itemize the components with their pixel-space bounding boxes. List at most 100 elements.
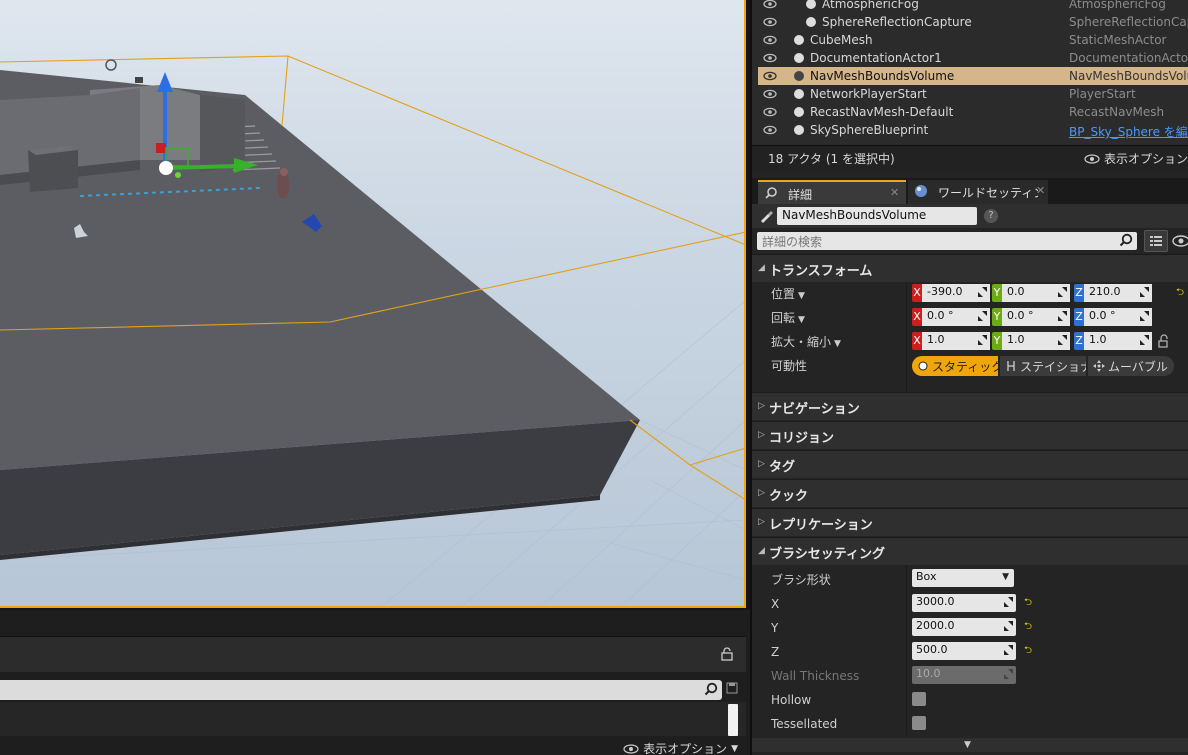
column-divider (906, 565, 907, 735)
stationary-icon (1007, 361, 1015, 371)
help-icon[interactable]: ? (984, 209, 998, 223)
move-icon (1093, 360, 1105, 372)
scale-z-input[interactable]: 1.0 (1084, 332, 1152, 350)
axis-y-label: Y (992, 308, 1002, 326)
category-collision[interactable]: ▷ コリジョン (752, 421, 1188, 449)
outliner-row-type: StaticMeshActor (1069, 33, 1167, 47)
hollow-checkbox[interactable] (912, 692, 926, 706)
scale-y-input[interactable]: 1.0 (1002, 332, 1070, 350)
location-z-input[interactable]: 210.0 (1084, 284, 1152, 302)
scale-x[interactable]: X 1.0 (912, 332, 990, 350)
mobility-selector[interactable]: スタティック ステイショナリー ムーバブル (912, 356, 1174, 376)
outliner-row-type[interactable]: BP_Sky_Sphere を編 (1069, 123, 1188, 140)
category-tags[interactable]: ▷ タグ (752, 450, 1188, 478)
collapsed-arrow-icon: ▷ (758, 430, 765, 440)
brush-y-input[interactable]: 2000.0 (912, 618, 1016, 636)
location-x-value: -390.0 (927, 285, 963, 298)
brush-x-input[interactable]: 3000.0 (912, 594, 1016, 612)
category-cook[interactable]: ▷ クック (752, 479, 1188, 507)
location-z[interactable]: Z 210.0 (1074, 284, 1152, 302)
rotation-y-input[interactable]: 0.0 ° (1002, 308, 1070, 326)
rotation-y[interactable]: Y 0.0 ° (992, 308, 1070, 326)
outliner-view-options-button[interactable]: 表示オプション (1084, 150, 1188, 167)
tab-details[interactable]: 詳細 ✕ (758, 180, 906, 204)
brush-z-input[interactable]: 500.0 (912, 642, 1016, 660)
rotation-label[interactable]: 回転 ▼ (771, 309, 805, 326)
advanced-expand-bar[interactable]: ▼ (752, 738, 1188, 752)
outliner-row[interactable]: SphereReflectionCapture SphereReflectionC… (758, 13, 1188, 31)
mobility-movable-button[interactable]: ムーバブル (1088, 356, 1174, 376)
actor-name-field[interactable]: NavMeshBoundsVolume (777, 207, 977, 225)
mobility-stationary-button[interactable]: ステイショナリー (1000, 356, 1086, 376)
actor-type-icon (794, 89, 804, 99)
category-navigation[interactable]: ▷ ナビゲーション (752, 392, 1188, 420)
category-replication-label: レプリケーション (769, 518, 873, 533)
visibility-eye-icon[interactable] (763, 70, 777, 82)
spin-arrows-icon (978, 287, 987, 297)
location-z-value: 210.0 (1089, 285, 1121, 298)
tab-world-settings[interactable]: ワールドセッティング ✕ (908, 180, 1048, 204)
search-icon[interactable] (704, 682, 718, 696)
unlock-icon[interactable] (1158, 334, 1170, 348)
location-y-input[interactable]: 0.0 (1002, 284, 1070, 302)
rotation-z[interactable]: Z 0.0 ° (1074, 308, 1152, 326)
scale-y[interactable]: Y 1.0 (992, 332, 1070, 350)
category-transform[interactable]: ◢ トランスフォーム (752, 254, 1188, 282)
outliner-row[interactable]: RecastNavMesh-Default RecastNavMesh (758, 103, 1188, 121)
outliner-row[interactable]: DocumentationActor1 DocumentationActor (758, 49, 1188, 67)
location-label-text: 位置 (771, 287, 796, 301)
category-brush-settings[interactable]: ◢ ブラシセッティング (752, 537, 1188, 565)
rotation-x[interactable]: X 0.0 ° (912, 308, 990, 326)
reset-to-default-icon[interactable]: ⮌ (1176, 288, 1186, 298)
location-x[interactable]: X -390.0 (912, 284, 990, 302)
visibility-eye-icon[interactable] (763, 52, 777, 64)
visibility-eye-icon[interactable] (763, 34, 777, 46)
bottom-search-input[interactable] (0, 680, 722, 700)
location-label[interactable]: 位置 ▼ (771, 285, 805, 302)
tessellated-checkbox[interactable] (912, 716, 926, 730)
rotation-x-input[interactable]: 0.0 ° (922, 308, 990, 326)
outliner-row[interactable]: SkySphereBlueprint BP_Sky_Sphere を編 (758, 121, 1188, 139)
axis-z-label: Z (1074, 332, 1084, 350)
outliner-row[interactable]: CubeMesh StaticMeshActor (758, 31, 1188, 49)
scrollbar[interactable] (728, 704, 738, 736)
save-icon[interactable] (726, 682, 740, 696)
scale-z[interactable]: Z 1.0 (1074, 332, 1152, 350)
visibility-eye-icon[interactable] (763, 124, 777, 136)
level-viewport[interactable] (0, 0, 746, 608)
scale-x-input[interactable]: 1.0 (922, 332, 990, 350)
chevron-down-icon: ▼ (798, 315, 805, 325)
outliner-row[interactable]: NavMeshBoundsVolume NavMeshBoundsVolu (758, 67, 1188, 85)
visibility-eye-icon[interactable] (763, 88, 777, 100)
scale-label[interactable]: 拡大・縮小 ▼ (771, 333, 841, 350)
outliner-row[interactable]: NetworkPlayerStart PlayerStart (758, 85, 1188, 103)
visibility-eye-icon[interactable] (763, 106, 777, 118)
reset-to-default-icon[interactable]: ⮌ (1024, 622, 1034, 632)
view-options-button[interactable]: 表示オプション ▼ (623, 740, 738, 755)
tab-world-settings-label: ワールドセッティング (938, 186, 1038, 200)
category-replication[interactable]: ▷ レプリケーション (752, 508, 1188, 536)
mobility-static-button[interactable]: スタティック (912, 356, 998, 376)
visibility-filter-button[interactable] (1172, 232, 1188, 250)
close-icon[interactable]: ✕ (890, 186, 899, 199)
details-search-input[interactable]: 詳細の検索 (757, 232, 1137, 250)
close-icon[interactable]: ✕ (1036, 184, 1045, 197)
lock-icon[interactable] (720, 647, 734, 661)
rotation-z-input[interactable]: 0.0 ° (1084, 308, 1152, 326)
axis-x-label: X (912, 308, 922, 326)
location-y[interactable]: Y 0.0 (992, 284, 1070, 302)
property-matrix-button[interactable] (1144, 230, 1168, 252)
static-icon (918, 361, 928, 371)
chevron-down-icon: ▼ (731, 743, 738, 754)
spin-arrows-icon (1140, 311, 1149, 321)
reset-to-default-icon[interactable]: ⮌ (1024, 646, 1034, 656)
outliner-row[interactable]: AtmosphericFog AtmosphericFog (758, 0, 1188, 13)
visibility-eye-icon[interactable] (763, 0, 777, 10)
category-cook-label: クック (769, 489, 809, 504)
reset-to-default-icon[interactable]: ⮌ (1024, 598, 1034, 608)
visibility-eye-icon[interactable] (763, 16, 777, 28)
brush-shape-dropdown[interactable]: Box ▼ (912, 569, 1014, 587)
category-transform-label: トランスフォーム (769, 264, 873, 279)
location-x-input[interactable]: -390.0 (922, 284, 990, 302)
details-tab-bar: 詳細 ✕ ワールドセッティング ✕ (752, 178, 1188, 204)
